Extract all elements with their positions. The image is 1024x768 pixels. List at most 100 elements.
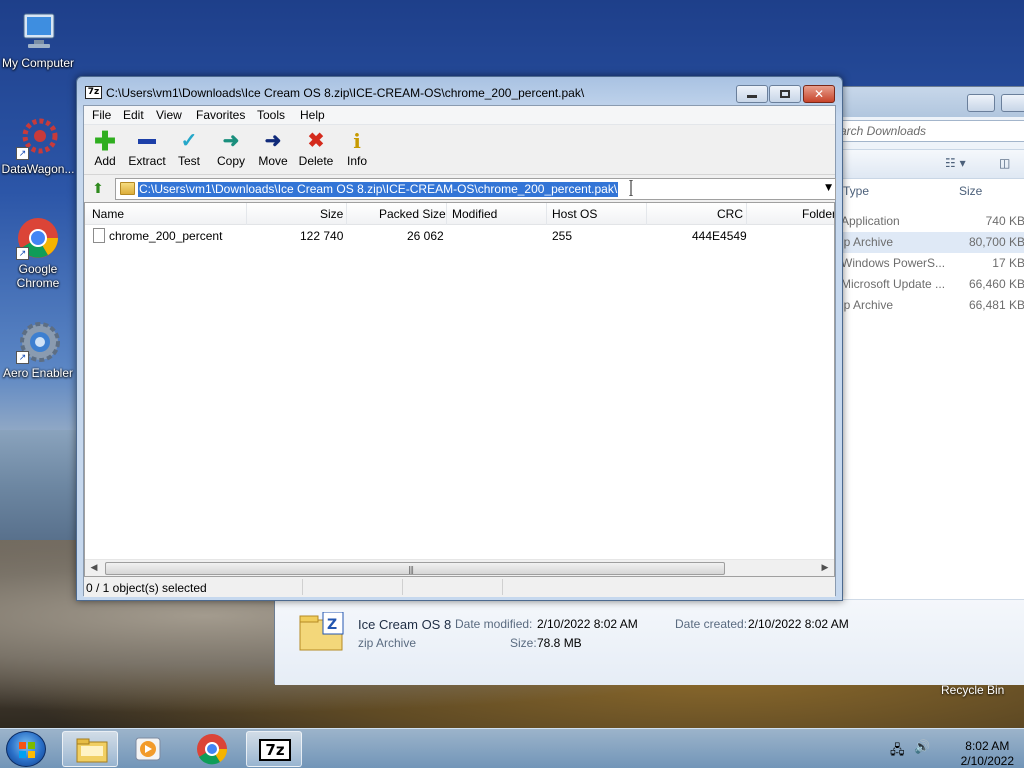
clock-time: 8:02 AM <box>965 739 1010 753</box>
explorer-details-pane: Z Ice Cream OS 8 zip Archive Date modifi… <box>275 599 1024 685</box>
sevenzip-app-icon: 7z <box>85 86 102 99</box>
details-size-value: 78.8 MB <box>537 636 582 650</box>
extract-label: Extract <box>128 154 166 168</box>
explorer-row[interactable]: ip Archive 66,481 KB <box>841 295 1024 316</box>
minimize-button[interactable] <box>736 85 768 103</box>
file-size: 122 740 <box>300 229 344 243</box>
move-button[interactable]: ➜ Move <box>252 129 294 168</box>
test-button[interactable]: ✓ Test <box>168 129 210 168</box>
start-button[interactable] <box>6 731 46 767</box>
volume-icon[interactable]: 🔊 <box>914 740 930 755</box>
address-combobox[interactable]: C:\Users\vm1\Downloads\Ice Cream OS 8.zi… <box>115 178 836 200</box>
copy-button[interactable]: ➜ Copy <box>210 129 252 168</box>
folder-up-icon: ⬆ <box>92 181 104 197</box>
explorer-column-type[interactable]: Type <box>843 184 869 198</box>
column-divider[interactable] <box>446 203 447 225</box>
scroll-right-arrow-icon[interactable]: ▶ <box>818 562 832 575</box>
extract-icon <box>126 129 168 153</box>
desktop-icon-aero-enabler[interactable]: ↗ Aero Enabler <box>0 320 76 380</box>
scroll-left-arrow-icon[interactable]: ◀ <box>87 562 101 575</box>
explorer-row-selected[interactable]: ip Archive 80,700 KB <box>841 232 1024 253</box>
network-icon[interactable]: 🖧 <box>890 741 905 763</box>
file-icon <box>93 228 105 243</box>
column-folder[interactable]: Folder <box>802 207 834 221</box>
sevenzip-window[interactable]: 7z C:\Users\vm1\Downloads\Ice Cream OS 8… <box>76 76 843 601</box>
address-dropdown-icon[interactable]: ▼ <box>825 183 832 193</box>
chrome-icon <box>197 734 228 765</box>
windows-logo-icon <box>19 742 35 758</box>
taskbar: 7z 🖧 🔊 8:02 AM 2/10/2022 <box>0 728 1024 768</box>
close-button[interactable]: ✕ <box>803 85 835 103</box>
column-modified[interactable]: Modified <box>452 207 497 221</box>
menu-favorites[interactable]: Favorites <box>196 108 245 122</box>
clock[interactable]: 8:02 AM 2/10/2022 <box>961 739 1014 768</box>
file-packed-size: 26 062 <box>407 229 444 243</box>
row-size: 66,481 KB <box>968 298 1024 312</box>
taskbar-media-player[interactable] <box>120 731 176 767</box>
horizontal-scrollbar[interactable]: ◀ ||| ▶ <box>85 559 834 576</box>
restore-icon <box>780 90 790 98</box>
row-size: 740 KB <box>985 214 1024 228</box>
file-list[interactable]: Name Size Packed Size Modified Host OS C… <box>84 202 835 577</box>
desktop-icon-my-computer[interactable]: My Computer <box>0 10 76 70</box>
column-packed-size[interactable]: Packed Size <box>379 207 446 221</box>
row-size: 80,700 KB <box>968 235 1024 249</box>
menu-file[interactable]: File <box>92 108 111 122</box>
column-divider[interactable] <box>646 203 647 225</box>
menu-view[interactable]: View <box>156 108 182 122</box>
info-button[interactable]: i Info <box>336 129 378 168</box>
view-options-icon[interactable]: ☷ ▾ <box>945 156 966 170</box>
info-label: Info <box>346 154 367 168</box>
explorer-column-size[interactable]: Size <box>959 184 982 198</box>
column-size[interactable]: Size <box>320 207 343 221</box>
explorer-maximize-button[interactable] <box>1001 94 1024 112</box>
column-divider[interactable] <box>546 203 547 225</box>
column-host-os[interactable]: Host OS <box>552 207 597 221</box>
row-type: Windows PowerS... <box>841 256 946 270</box>
clock-date: 2/10/2022 <box>960 754 1014 768</box>
sevenzip-client: File Edit View Favorites Tools Help ✚ Ad… <box>83 105 836 597</box>
explorer-row[interactable]: Application 740 KB <box>841 211 1024 232</box>
menu-help[interactable]: Help <box>300 108 325 122</box>
delete-button[interactable]: ✖ Delete <box>295 129 337 168</box>
scrollbar-thumb[interactable]: ||| <box>105 562 725 575</box>
explorer-row[interactable]: Microsoft Update ... 66,460 KB <box>841 274 1024 295</box>
column-divider[interactable] <box>346 203 347 225</box>
maximize-button[interactable] <box>769 85 801 103</box>
system-tray: 🖧 🔊 8:02 AM 2/10/2022 <box>888 735 1018 768</box>
desktop-icon-datawagon[interactable]: ↗ DataWagon... <box>0 116 76 176</box>
column-divider[interactable] <box>246 203 247 225</box>
folder-icon <box>76 738 108 763</box>
desktop-icon-recycle-bin[interactable]: Recycle Bin <box>941 683 1004 697</box>
preview-pane-icon[interactable]: ◫ <box>999 156 1010 170</box>
details-created-value: 2/10/2022 8:02 AM <box>748 617 849 631</box>
address-input[interactable]: C:\Users\vm1\Downloads\Ice Cream OS 8.zi… <box>138 182 619 197</box>
menu-edit[interactable]: Edit <box>123 108 144 122</box>
column-name[interactable]: Name <box>92 207 124 221</box>
explorer-row[interactable]: Windows PowerS... 17 KB <box>841 253 1024 274</box>
move-icon: ➜ <box>264 130 282 152</box>
chrome-icon: ↗ <box>16 216 60 260</box>
details-size-label: Size: <box>510 636 537 650</box>
menu-tools[interactable]: Tools <box>257 108 285 122</box>
status-text: 0 / 1 object(s) selected <box>86 581 207 595</box>
close-icon: ✕ <box>813 87 825 101</box>
taskbar-chrome[interactable] <box>184 731 240 767</box>
add-button[interactable]: ✚ Add <box>84 128 126 168</box>
details-modified-label: Date modified: <box>455 617 533 631</box>
taskbar-7zip[interactable]: 7z <box>246 731 302 767</box>
column-crc[interactable]: CRC <box>717 207 743 221</box>
text-cursor-icon <box>628 179 633 197</box>
explorer-minimize-button[interactable] <box>967 94 995 112</box>
sevenzip-titlebar[interactable]: 7z C:\Users\vm1\Downloads\Ice Cream OS 8… <box>77 77 842 105</box>
column-divider[interactable] <box>746 203 747 225</box>
file-row[interactable]: chrome_200_percent 122 740 26 062 255 44… <box>85 226 834 245</box>
shortcut-arrow-icon: ↗ <box>16 247 29 260</box>
desktop-icon-label: DataWagon... <box>1 162 75 176</box>
menu-bar: File Edit View Favorites Tools Help <box>84 106 835 125</box>
explorer-search-input[interactable]: arch Downloads <box>835 120 1024 142</box>
desktop-icon-google-chrome[interactable]: ↗ Google Chrome <box>0 216 76 290</box>
folder-up-button[interactable]: ⬆ <box>88 179 108 199</box>
extract-button[interactable]: Extract <box>126 129 168 168</box>
taskbar-explorer[interactable] <box>62 731 118 767</box>
